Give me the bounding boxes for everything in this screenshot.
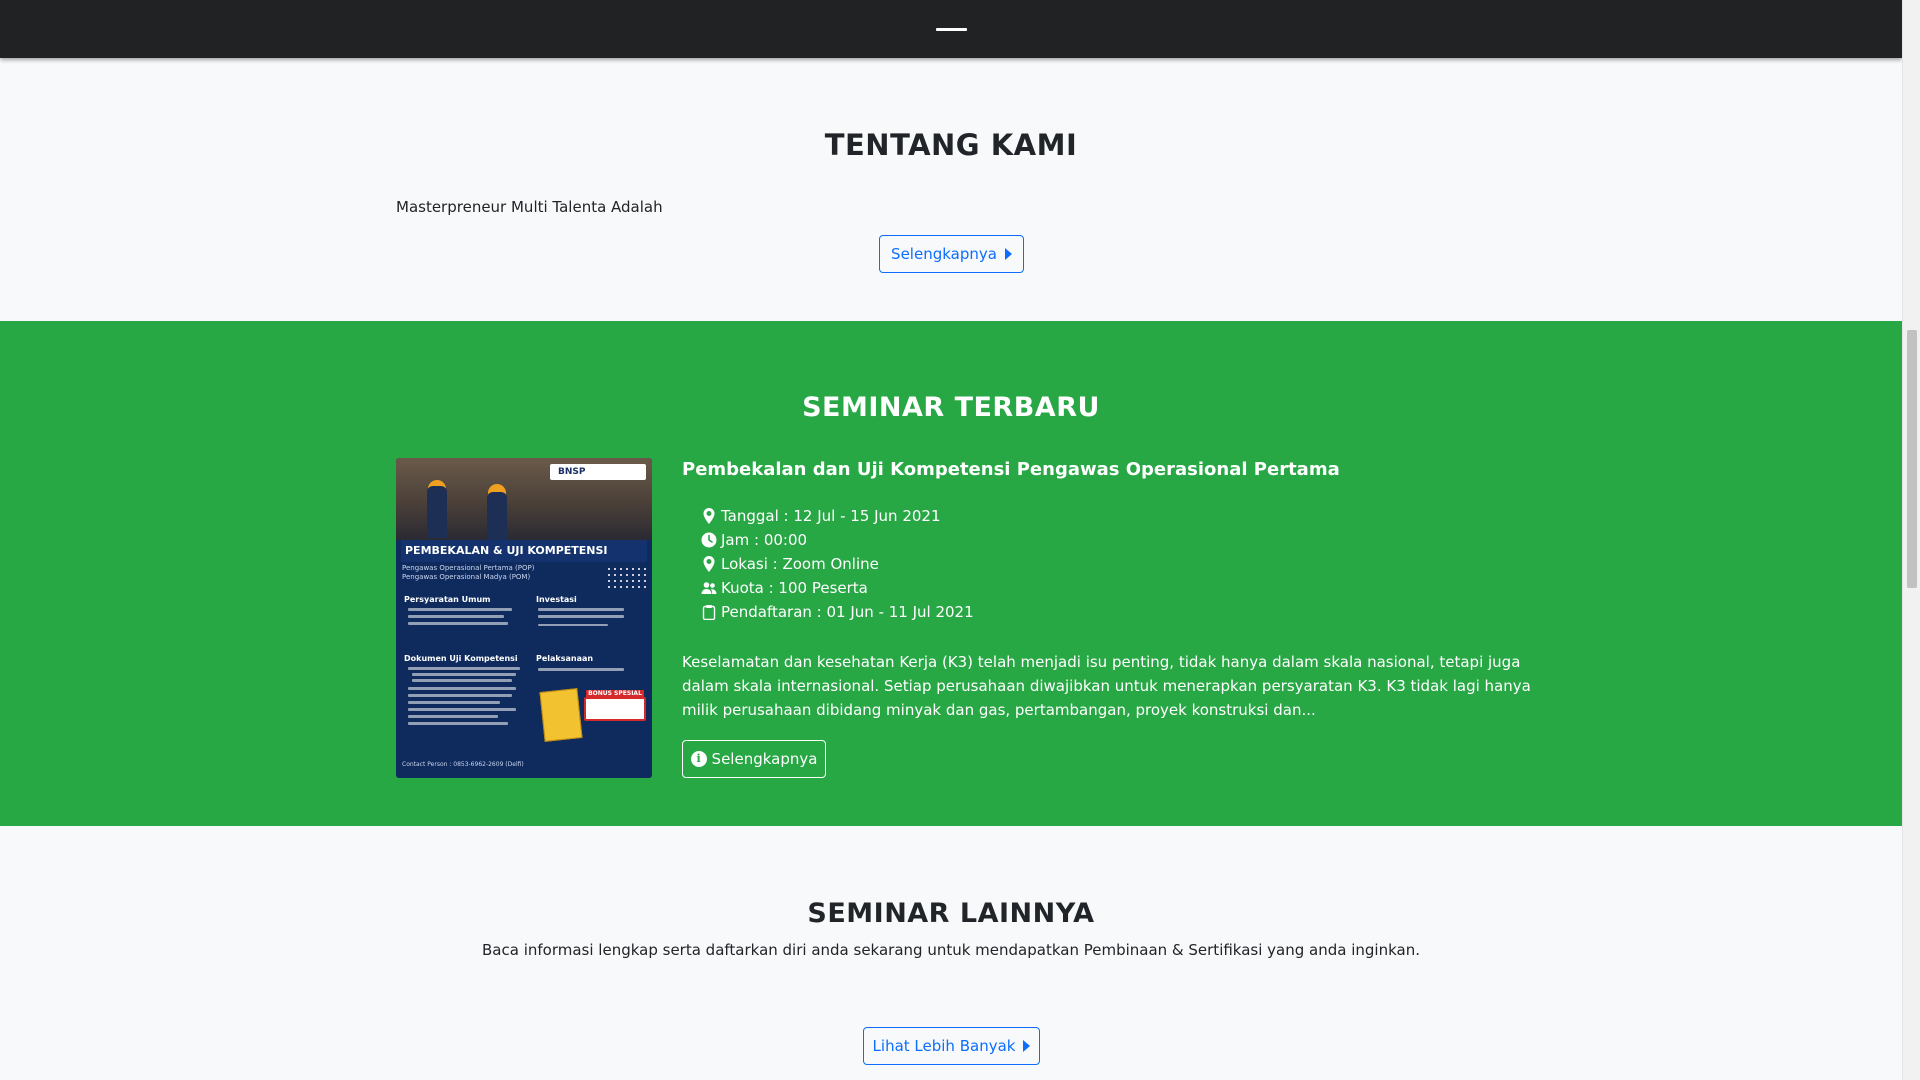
event-location-row: Lokasi : Zoom Online [701,552,974,576]
scrollbar-thumb[interactable] [1907,330,1917,588]
event-description: Keselamatan dan kesehatan Kerja (K3) tel… [682,653,1531,719]
event-more-label: Selengkapnya [711,750,818,768]
other-seminars-title: SEMINAR LAINNYA [807,898,1095,929]
poster-line [408,708,516,711]
poster-line [408,701,500,704]
caret-right-icon [1004,248,1012,260]
about-more-label: Selengkapnya [891,245,997,263]
poster-logo: BNSP [550,464,646,480]
latest-seminar-section: SEMINAR TERBARU BNSP PEMBEKALAN & UJI KO… [0,321,1902,826]
poster-line [538,608,624,611]
page-scrollbar[interactable] [1902,0,1920,1080]
event-time-row: Jam : 00:00 [701,528,974,552]
see-more-button[interactable]: Lihat Lebih Banyak [863,1027,1040,1065]
poster-worker [487,492,507,544]
clock-icon [701,532,717,548]
clipboard-icon [702,605,716,620]
event-more-button[interactable]: i Selengkapnya [682,740,826,778]
event-time: Jam : 00:00 [721,531,808,549]
menu-toggle-icon[interactable] [936,28,967,31]
event-date: Tanggal : 12 Jul - 15 Jun 2021 [721,507,941,525]
seminar-poster-image[interactable]: BNSP PEMBEKALAN & UJI KOMPETENSI Pengawa… [396,458,652,778]
poster-line [408,715,498,718]
poster-sub-line: Pengawas Operasional Madya (POM) [402,573,531,581]
poster-impl-title: Pelaksanaan [536,654,594,663]
event-date-row: Tanggal : 12 Jul - 15 Jun 2021 [701,504,974,528]
poster-line [408,694,512,697]
event-quota-row: Kuota : 100 Peserta [701,576,974,600]
see-more-label: Lihat Lebih Banyak [872,1037,1016,1055]
poster-sub-line: Pengawas Operasional Pertama (POP) [402,564,535,572]
poster-line [408,615,504,618]
info-circle-icon: i [690,751,707,767]
event-title[interactable]: Pembekalan dan Uji Kompetensi Pengawas O… [682,459,1340,480]
caret-right-icon [1023,1040,1031,1052]
event-quota: Kuota : 100 Peserta [721,579,868,597]
event-registration: Pendaftaran : 01 Jun - 11 Jul 2021 [721,603,974,621]
event-location: Lokasi : Zoom Online [721,555,879,573]
latest-seminar-title: SEMINAR TERBARU [802,392,1100,423]
poster-line [538,624,608,626]
poster-line [538,668,624,671]
poster-contact: Contact Person : 0853-6962-2609 (Delfi) [402,761,524,768]
about-title: TENTANG KAMI [824,128,1078,162]
poster-line [408,667,520,670]
poster-line [408,608,512,611]
poster-line [538,615,624,618]
poster-bonus-label: BONUS SPESIAL [586,690,644,698]
poster-subtitle: Pengawas Operasional Pertama (POP) Penga… [402,564,534,582]
event-registration-row: Pendaftaran : 01 Jun - 11 Jul 2021 [701,600,974,624]
poster-docs-title: Dokumen Uji Kompetensi [404,654,518,663]
event-details: Tanggal : 12 Jul - 15 Jun 2021 Jam : 00:… [701,504,974,624]
about-text: Masterpreneur Multi Talenta Adalah [396,198,663,216]
poster-line [412,673,516,676]
poster-line [412,679,512,682]
poster-book [539,688,583,742]
poster-line [408,687,516,690]
users-icon [701,582,717,594]
poster-invest-title: Investasi [536,595,577,604]
poster-headline: PEMBEKALAN & UJI KOMPETENSI [401,540,647,562]
poster-req-title: Persyaratan Umum [404,595,491,604]
poster-worker [427,486,447,538]
map-pin-icon [703,556,715,572]
poster-bonus-badge: BONUS SPESIAL [584,690,646,721]
poster-line [408,622,508,625]
top-navbar [0,0,1902,58]
map-pin-icon [703,508,715,524]
poster-line [408,722,508,725]
page: TENTANG KAMI Masterpreneur Multi Talenta… [0,0,1902,1080]
poster-dots [606,566,646,588]
about-more-button[interactable]: Selengkapnya [879,235,1024,273]
other-seminars-subtitle: Baca informasi lengkap serta daftarkan d… [482,941,1420,959]
